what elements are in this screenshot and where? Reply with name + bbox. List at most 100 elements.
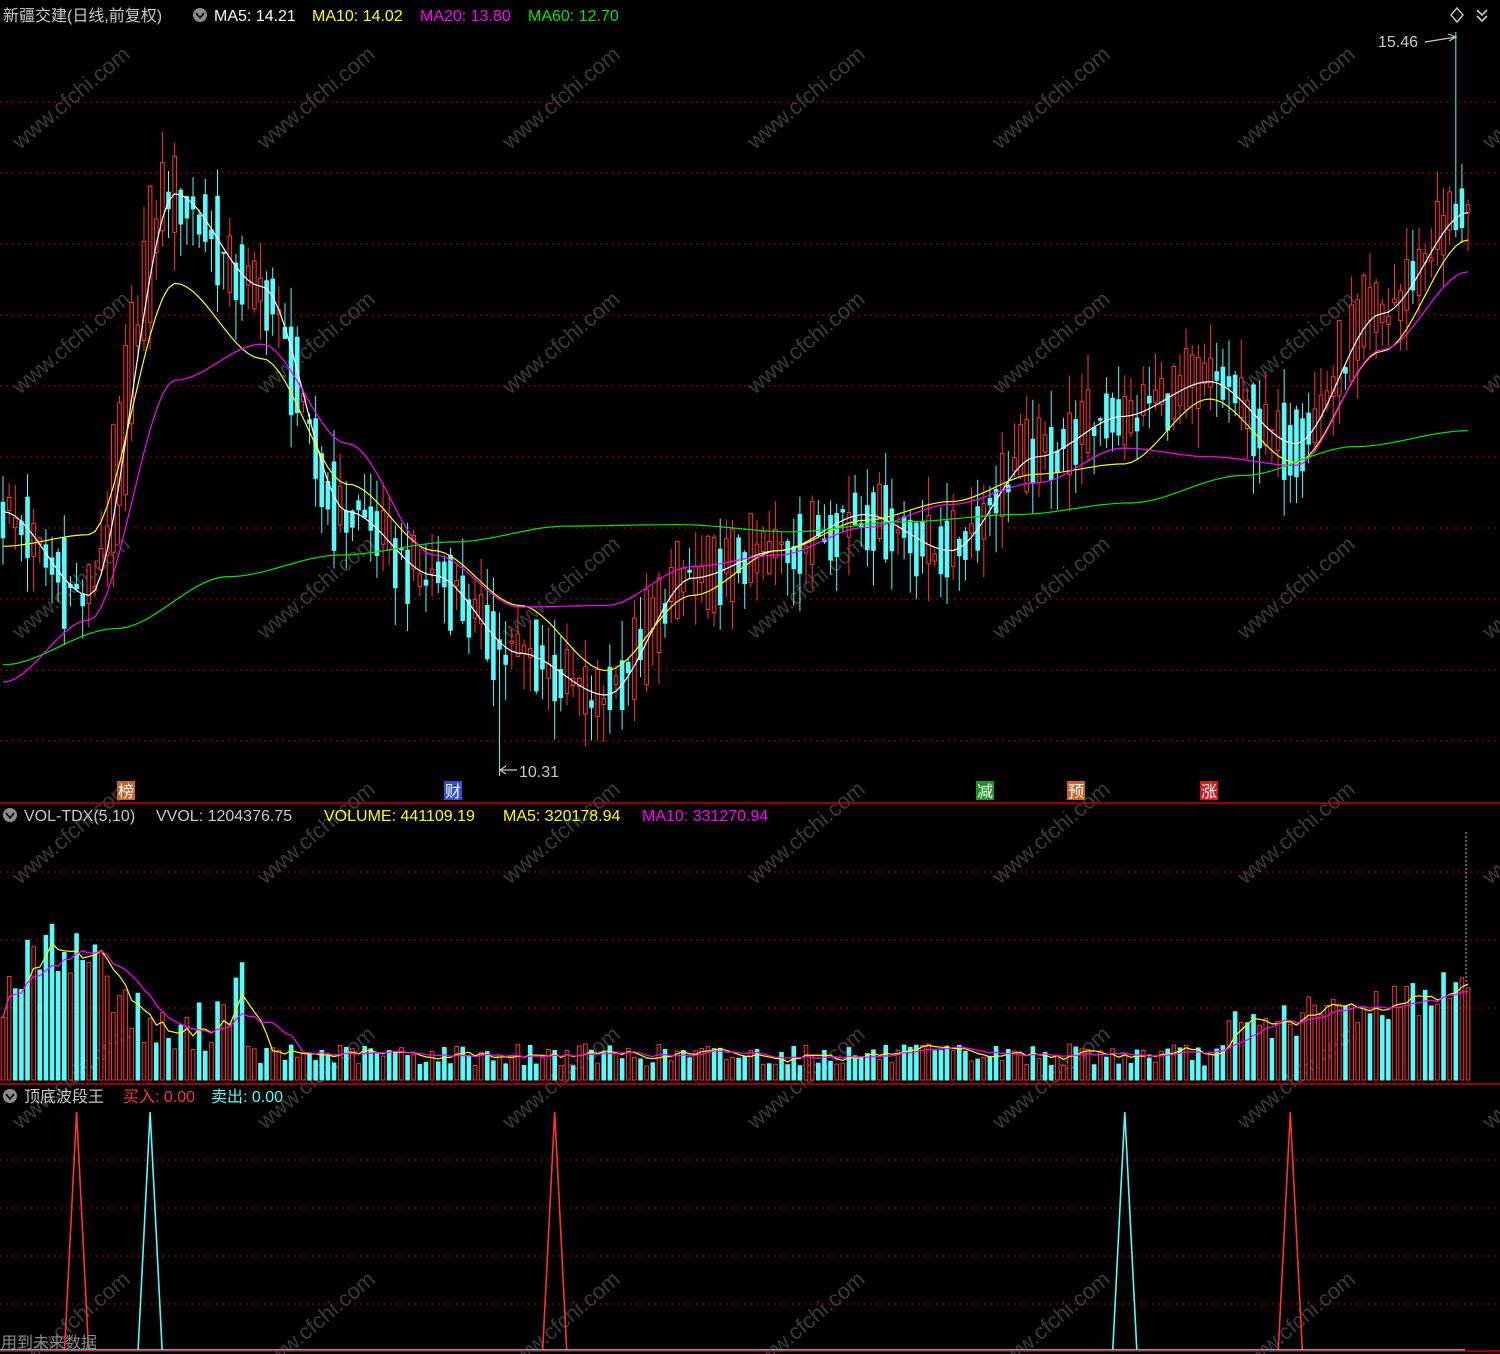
candle-down <box>742 552 748 585</box>
candle-up <box>135 324 141 347</box>
candle-up <box>417 573 423 588</box>
volume-bar-up <box>111 1012 116 1081</box>
candle-down <box>987 497 993 506</box>
volume-bar-up <box>1171 1044 1177 1081</box>
candle-down <box>687 569 692 573</box>
volume-bar-up <box>668 1060 674 1081</box>
volume-bar-down <box>944 1045 950 1081</box>
candle-up <box>227 235 233 293</box>
diamond-icon[interactable] <box>1450 6 1464 24</box>
candle-up <box>895 529 901 534</box>
volume-bar-down <box>815 1062 821 1081</box>
candle-down <box>1104 393 1109 439</box>
candle-down <box>62 537 67 629</box>
volume-bar-up <box>803 1044 809 1081</box>
volume-bar-down <box>828 1060 833 1081</box>
indicator-collapse-icon[interactable] <box>3 1089 17 1103</box>
candle-up <box>98 548 104 570</box>
candle-down <box>74 583 79 590</box>
ma60-label: MA60: 12.70 <box>528 8 619 25</box>
volume-bar-up <box>1275 1020 1281 1081</box>
volume-bar-down <box>135 992 141 1081</box>
candle-up <box>969 523 974 534</box>
candle-up <box>1349 304 1354 382</box>
volume-bar-down <box>325 1055 331 1081</box>
candle-down <box>435 561 441 584</box>
main-collapse-icon[interactable] <box>193 8 207 22</box>
volume-bar-down <box>466 1055 472 1081</box>
volume-bar-up <box>999 1060 1005 1081</box>
volume-bar-down <box>1091 1064 1097 1081</box>
volume-bar-down <box>1251 1014 1256 1081</box>
candle-up <box>1392 298 1397 304</box>
watermark-text: www.cfchi.com <box>1476 41 1500 154</box>
candle-down <box>356 500 361 511</box>
high-price-label: 15.46 <box>1378 34 1418 51</box>
volume-bar-down <box>393 1052 398 1081</box>
volume-bar-down <box>766 1063 772 1081</box>
volume-bar-down <box>1202 1065 1207 1081</box>
volume-bar-down <box>521 1064 527 1081</box>
volume-bar-up <box>172 1048 177 1081</box>
ma-line-ma10 <box>2 239 1469 672</box>
volume-bar-down <box>1269 1037 1275 1081</box>
candle-up <box>699 565 705 584</box>
candle-down <box>1147 395 1152 404</box>
candle-down <box>80 593 85 607</box>
volume-bar-up <box>1153 1061 1158 1081</box>
volume-bar-down <box>858 1057 864 1081</box>
expand-icon[interactable] <box>1476 9 1488 23</box>
volume-bar-down <box>442 1046 447 1081</box>
volume-bar-up <box>809 1054 815 1081</box>
volume-bar-down <box>313 1060 318 1081</box>
volume-bar-up <box>141 1041 147 1081</box>
volume-bar-down <box>1189 1059 1195 1081</box>
volume-bar-up <box>497 1054 502 1081</box>
volume-bar-down <box>55 971 61 1081</box>
volume-bar-down <box>166 1037 171 1081</box>
watermark-text: www.cfchi.com <box>986 531 1114 644</box>
volume-bar-down <box>1379 1015 1385 1081</box>
volume-bar-up <box>969 1060 974 1081</box>
volume-bar-down <box>527 1044 533 1081</box>
candle-up <box>877 483 882 540</box>
volume-bar-down <box>74 933 79 1081</box>
volume-bar-up <box>515 1044 521 1081</box>
candle-up <box>632 617 637 700</box>
candle-up <box>546 663 551 679</box>
volume-bar-down <box>258 1062 263 1081</box>
watermark-text: www.cfchi.com <box>496 776 624 889</box>
candle-down <box>423 579 429 586</box>
candle-up <box>1398 290 1403 322</box>
candle-up <box>1189 354 1195 388</box>
volume-bar-up <box>1306 996 1311 1081</box>
candle-up <box>681 567 686 593</box>
volume-bar-up <box>1018 1052 1023 1081</box>
candle-down <box>484 604 490 660</box>
candle-up <box>1153 389 1158 404</box>
volume-bar-down <box>717 1047 723 1081</box>
volume-bar-down <box>1128 1062 1134 1081</box>
volume-bar-down <box>975 1058 980 1081</box>
chart-title: 新疆交建(日线,前复权) <box>3 7 162 25</box>
candle-down <box>1097 418 1103 421</box>
candle-up <box>86 564 92 604</box>
candle-down <box>1343 367 1348 374</box>
vol-collapse-icon[interactable] <box>3 808 17 822</box>
volume-bar-up <box>583 1043 588 1081</box>
volume-bar-up <box>356 1063 361 1081</box>
candle-down <box>1073 419 1079 465</box>
volume-bar-up <box>276 1049 282 1081</box>
stock-chart[interactable]: www.cfchi.com www.cfchi.com www.cfchi.com w… <box>0 0 1500 1354</box>
volume-bar-up <box>380 1055 386 1081</box>
candle-up <box>6 496 12 512</box>
volume-bar-down <box>12 988 18 1081</box>
volume-bar-down <box>233 977 239 1081</box>
candle-up <box>380 509 386 545</box>
candle-up <box>509 640 515 644</box>
candle-up <box>1171 366 1177 420</box>
candle-up <box>454 580 459 587</box>
candle-down <box>374 511 380 556</box>
volume-bar-up <box>1226 1020 1232 1081</box>
candle-down <box>589 700 594 708</box>
